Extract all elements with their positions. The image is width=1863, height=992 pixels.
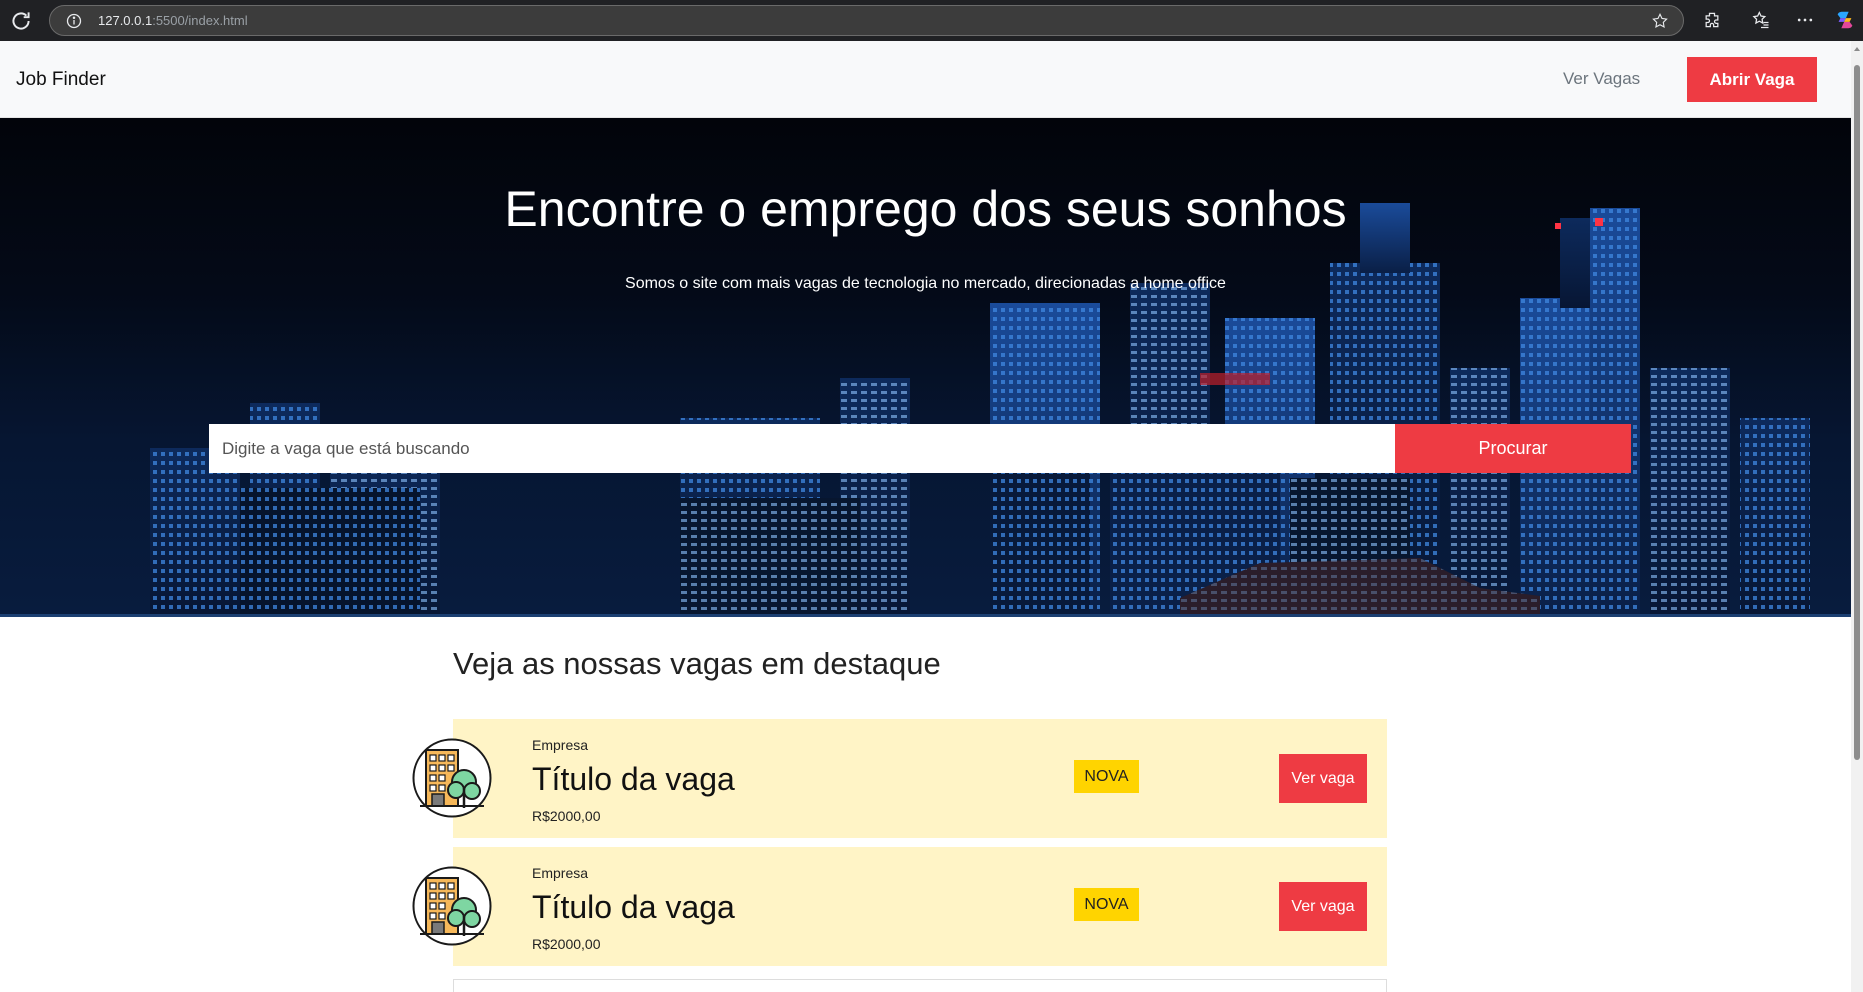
new-badge: NOVA xyxy=(1074,760,1139,793)
job-salary: R$2000,00 xyxy=(532,936,601,952)
scroll-thumb[interactable] xyxy=(1854,65,1860,760)
brand-logo[interactable]: Job Finder xyxy=(16,69,106,91)
copilot-icon[interactable] xyxy=(1834,9,1856,31)
new-badge: NOVA xyxy=(1074,888,1139,921)
reload-icon[interactable] xyxy=(8,8,34,34)
job-card: Empresa Título da vaga R$2000,00 NOVA Ve… xyxy=(412,847,1387,966)
url-host: 127.0.0.1 xyxy=(98,13,153,28)
browser-toolbar: 127.0.0.1:5500/index.html xyxy=(0,0,1863,41)
navbar: Job Finder Ver Vagas Abrir Vaga xyxy=(0,41,1851,118)
ver-vagas-link[interactable]: Ver Vagas xyxy=(1563,69,1640,89)
star-icon[interactable] xyxy=(1651,12,1669,30)
job-title: Título da vaga xyxy=(532,761,735,797)
url-path: :5500/index.html xyxy=(152,13,248,28)
hero-title: Encontre o emprego dos seus sonhos xyxy=(504,181,1347,237)
job-company: Empresa xyxy=(532,737,589,753)
search-button[interactable]: Procurar xyxy=(1395,424,1631,473)
hero-divider xyxy=(0,614,1851,617)
job-card: Empresa Título da vaga R$2000,00 NOVA Ve… xyxy=(412,719,1387,838)
abrir-vaga-button[interactable]: Abrir Vaga xyxy=(1687,57,1817,102)
extensions-icon[interactable] xyxy=(1702,10,1722,30)
hero-subtitle: Somos o site com mais vagas de tecnologi… xyxy=(625,275,1226,292)
more-icon[interactable] xyxy=(1795,10,1815,30)
favorites-icon[interactable] xyxy=(1751,10,1771,30)
ver-vaga-button[interactable]: Ver vaga xyxy=(1279,882,1367,931)
url-text: 127.0.0.1:5500/index.html xyxy=(98,13,248,28)
job-card-partial xyxy=(453,979,1387,992)
page-scrollbar[interactable] xyxy=(1851,41,1863,992)
hero-section: Encontre o emprego dos seus sonhos Somos… xyxy=(0,118,1851,616)
address-bar[interactable]: 127.0.0.1:5500/index.html xyxy=(49,5,1684,36)
job-search-input[interactable] xyxy=(209,424,1395,473)
job-salary: R$2000,00 xyxy=(532,808,601,824)
featured-jobs-title: Veja as nossas vagas em destaque xyxy=(453,646,941,681)
scroll-up-arrow-icon[interactable] xyxy=(1854,47,1860,51)
page-viewport: Job Finder Ver Vagas Abrir Vaga Encontre… xyxy=(0,41,1851,992)
job-title: Título da vaga xyxy=(532,889,735,925)
company-building-icon xyxy=(412,738,492,818)
info-icon[interactable] xyxy=(66,13,82,29)
company-building-icon xyxy=(412,866,492,946)
job-company: Empresa xyxy=(532,865,589,881)
ver-vaga-button[interactable]: Ver vaga xyxy=(1279,754,1367,803)
